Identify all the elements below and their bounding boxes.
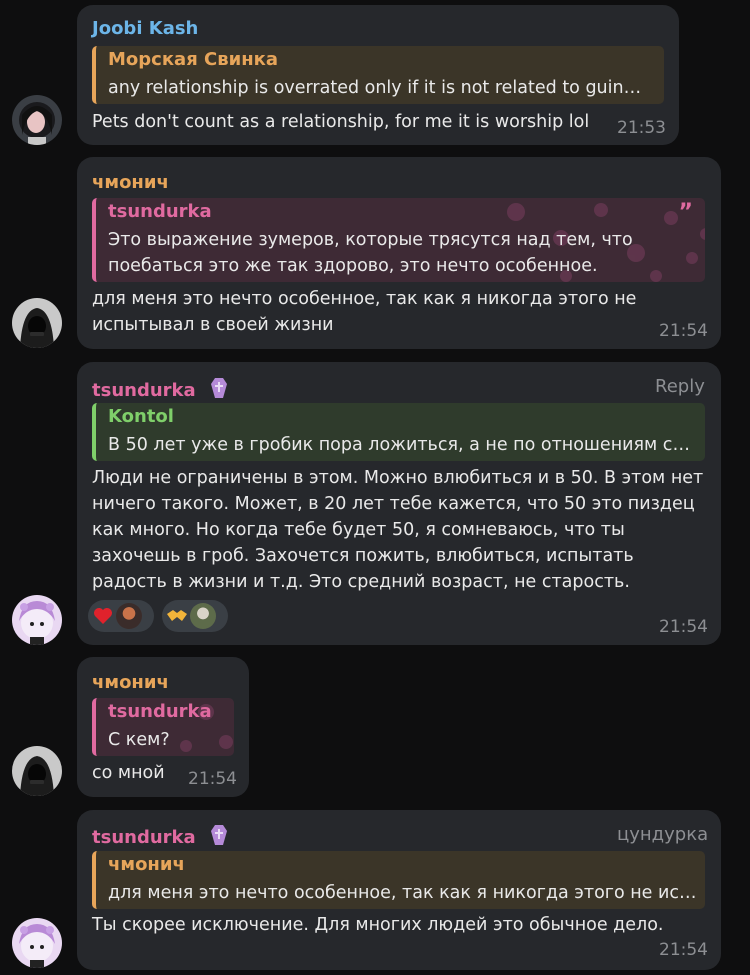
handshake-icon	[166, 605, 188, 627]
sender-tag: цундурка	[617, 824, 709, 845]
reaction-handshake[interactable]	[162, 600, 228, 632]
avatar[interactable]	[12, 595, 62, 645]
quoted-message[interactable]: tsundurka ” Это выражение зумеров, котор…	[92, 198, 705, 282]
reactor-avatar	[190, 603, 216, 629]
quoted-message[interactable]: чмонич для меня это нечто особенное, так…	[92, 851, 705, 909]
quote-sender: чмонич	[108, 854, 185, 875]
message-time: 21:54	[659, 321, 708, 341]
quote-mark-icon: ”	[678, 200, 693, 225]
message-bubble[interactable]: tsundurka цундурка чмонич для меня это н…	[77, 810, 721, 970]
message-time: 21:53	[617, 118, 666, 138]
quoted-message[interactable]: Kontol В 50 лет уже в гробик пора ложить…	[92, 403, 705, 461]
sender-name[interactable]: чмонич	[92, 672, 169, 693]
sender-name[interactable]: чмонич	[92, 172, 169, 193]
quote-sender: Морская Свинка	[108, 49, 279, 70]
quote-text-line: поебаться это же так здорово, это нечто …	[108, 256, 598, 276]
message-bubble[interactable]: Joobi Kash Морская Свинка any relationsh…	[77, 5, 679, 145]
coffin-icon	[210, 825, 227, 845]
quote-sender: tsundurka	[108, 701, 212, 722]
sender-label: tsundurka	[92, 827, 196, 848]
reply-button[interactable]: Reply	[655, 376, 705, 397]
message-text-line: захочешь в гроб. Захочется пожить, влюби…	[92, 546, 634, 566]
heart-icon	[92, 605, 114, 627]
quote-text: В 50 лет уже в гробик пора ложиться, а н…	[108, 435, 698, 455]
avatar[interactable]	[12, 298, 62, 348]
message-text-line: испытывал в своей жизни	[92, 315, 334, 335]
quoted-message[interactable]: tsundurka С кем?	[92, 698, 234, 756]
quoted-message[interactable]: Морская Свинка any relationship is overr…	[92, 46, 664, 104]
message-bubble[interactable]: чмонич tsundurka С кем? со мной 21:54	[77, 657, 249, 797]
coffin-icon	[210, 378, 227, 398]
message-text-line: Люди не ограничены в этом. Можно влюбить…	[92, 468, 704, 488]
message-text: Ты скорее исключение. Для многих людей э…	[92, 915, 664, 935]
reaction-heart[interactable]	[88, 600, 154, 632]
quote-text-line: Это выражение зумеров, которые трясутся …	[108, 230, 633, 250]
quote-text: С кем?	[108, 730, 170, 750]
message-text: со мной	[92, 763, 165, 783]
quote-sender: tsundurka	[108, 201, 212, 222]
quote-text: any relationship is overrated only if it…	[108, 78, 642, 98]
reactor-avatar	[116, 603, 142, 629]
avatar[interactable]	[12, 918, 62, 968]
message-time: 21:54	[188, 769, 237, 789]
message-text-line: для меня это нечто особенное, так как я …	[92, 289, 637, 309]
message-text: Pets don't count as a relationship, for …	[92, 112, 590, 132]
sender-name[interactable]: tsundurka	[92, 824, 228, 848]
sender-name[interactable]: Joobi Kash	[92, 18, 198, 39]
quote-sender: Kontol	[108, 406, 174, 427]
message-time: 21:54	[659, 617, 708, 637]
message-text-line: как много. Но когда тебе будет 50, я сом…	[92, 520, 625, 540]
avatar[interactable]	[12, 746, 62, 796]
quote-text: для меня это нечто особенное, так как я …	[108, 883, 697, 903]
sender-label: tsundurka	[92, 380, 196, 401]
message-bubble[interactable]: чмонич tsundurka ” Это выражение зумеров…	[77, 157, 721, 349]
message-bubble[interactable]: tsundurka Reply Kontol В 50 лет уже в гр…	[77, 362, 721, 645]
message-time: 21:54	[659, 940, 708, 960]
message-text-line: ничего такого. Может, в 20 лет тебе каже…	[92, 494, 695, 514]
message-text-line: радость в жизни и т.д. Это средний возра…	[92, 572, 630, 592]
sender-name[interactable]: tsundurka	[92, 377, 228, 401]
avatar[interactable]	[12, 95, 62, 145]
